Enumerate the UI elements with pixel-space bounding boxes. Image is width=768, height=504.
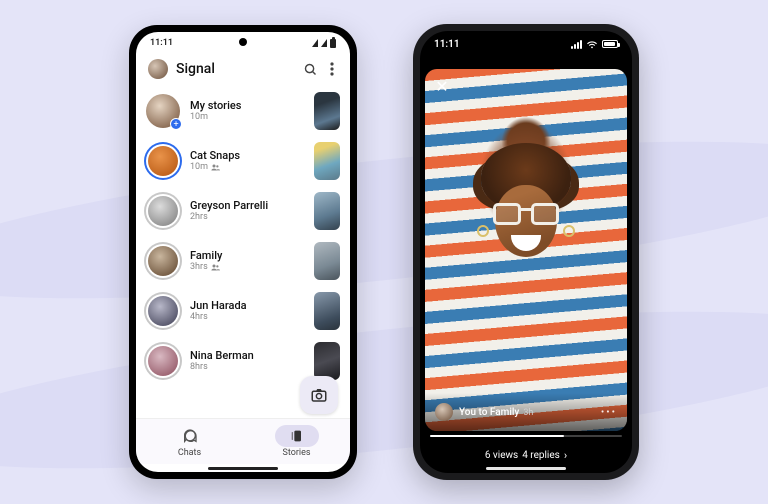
chevron-right-icon: › xyxy=(564,449,567,462)
cell-signal-icon xyxy=(571,40,582,49)
more-icon[interactable]: ••• xyxy=(601,407,617,418)
chat-icon xyxy=(182,428,198,444)
story-avatar xyxy=(146,244,180,278)
story-avatar xyxy=(146,294,180,328)
story-name: Family xyxy=(190,249,304,262)
signal-icon xyxy=(312,39,318,47)
story-thumbnail[interactable] xyxy=(314,142,340,180)
story-row[interactable]: Jun Harada 4hrs xyxy=(146,286,340,336)
story-avatar xyxy=(146,194,180,228)
story-avatar xyxy=(146,344,180,378)
story-meta: 2hrs xyxy=(190,212,304,223)
story-progress-bar[interactable] xyxy=(430,435,622,437)
ios-screen: 11:11 ✕ xyxy=(420,31,632,473)
story-row-my-stories[interactable]: + My stories 10m xyxy=(146,86,340,136)
story-name: Nina Berman xyxy=(190,349,304,362)
cell-signal-icon xyxy=(321,39,327,47)
stories-list: + My stories 10m Cat Snaps 10m xyxy=(136,84,350,418)
story-photo-person xyxy=(471,149,581,299)
battery-icon xyxy=(602,40,618,48)
story-name: Greyson Parrelli xyxy=(190,199,304,212)
battery-icon xyxy=(330,39,336,48)
story-meta: 4hrs xyxy=(190,312,304,323)
caption-time: 3h xyxy=(523,408,533,418)
story-meta: 10m xyxy=(190,112,304,123)
phone-android-frame: 11:11 Signal xyxy=(129,25,357,479)
gesture-bar xyxy=(136,464,350,472)
tab-chats[interactable]: Chats xyxy=(136,419,243,464)
camera-icon xyxy=(310,386,328,404)
notch xyxy=(481,31,571,49)
story-name: Jun Harada xyxy=(190,299,304,312)
group-icon xyxy=(211,263,220,272)
story-name: Cat Snaps xyxy=(190,149,304,162)
story-meta: 10m xyxy=(190,162,304,173)
story-thumbnail[interactable] xyxy=(314,242,340,280)
story-row[interactable]: Greyson Parrelli 2hrs xyxy=(146,186,340,236)
wifi-icon xyxy=(586,40,598,49)
app-title: Signal xyxy=(176,61,215,77)
story-row[interactable]: Cat Snaps 10m xyxy=(146,136,340,186)
android-screen: 11:11 Signal xyxy=(136,32,350,472)
phone-ios-frame: 11:11 ✕ xyxy=(413,24,639,480)
caption-author: You to Family xyxy=(459,407,519,418)
camera-punch-hole xyxy=(239,38,247,46)
status-time: 11:11 xyxy=(150,38,173,48)
tab-label: Chats xyxy=(178,448,201,458)
stories-icon xyxy=(289,428,305,444)
story-thumbnail[interactable] xyxy=(314,292,340,330)
camera-fab[interactable] xyxy=(300,376,338,414)
tab-label: Stories xyxy=(283,448,311,458)
story-meta: 3hrs xyxy=(190,262,304,273)
search-icon[interactable] xyxy=(302,61,318,77)
replies-count: 4 replies xyxy=(522,450,560,461)
story-viewer[interactable]: ✕ You to Family 3h ••• xyxy=(420,31,632,473)
tab-stories[interactable]: Stories xyxy=(243,419,350,464)
story-image[interactable]: ✕ You to Family 3h ••• xyxy=(425,69,627,431)
story-caption-bar: You to Family 3h ••• xyxy=(425,393,627,431)
more-icon[interactable] xyxy=(326,61,338,77)
story-thumbnail[interactable] xyxy=(314,92,340,130)
story-meta: 8hrs xyxy=(190,362,304,373)
story-avatar: + xyxy=(146,94,180,128)
gesture-bar xyxy=(486,467,566,470)
story-avatar xyxy=(146,144,180,178)
views-count: 6 views xyxy=(485,450,518,461)
bottom-nav: Chats Stories xyxy=(136,418,350,464)
profile-avatar[interactable] xyxy=(148,59,168,79)
story-name: My stories xyxy=(190,99,304,112)
story-thumbnail[interactable] xyxy=(314,342,340,380)
close-icon[interactable]: ✕ xyxy=(433,77,451,95)
caption-avatar[interactable] xyxy=(435,403,453,421)
story-thumbnail[interactable] xyxy=(314,192,340,230)
group-icon xyxy=(211,163,220,172)
add-story-icon[interactable]: + xyxy=(170,118,182,130)
app-header: Signal xyxy=(136,54,350,84)
status-time: 11:11 xyxy=(434,39,460,50)
story-row[interactable]: Family 3hrs xyxy=(146,236,340,286)
